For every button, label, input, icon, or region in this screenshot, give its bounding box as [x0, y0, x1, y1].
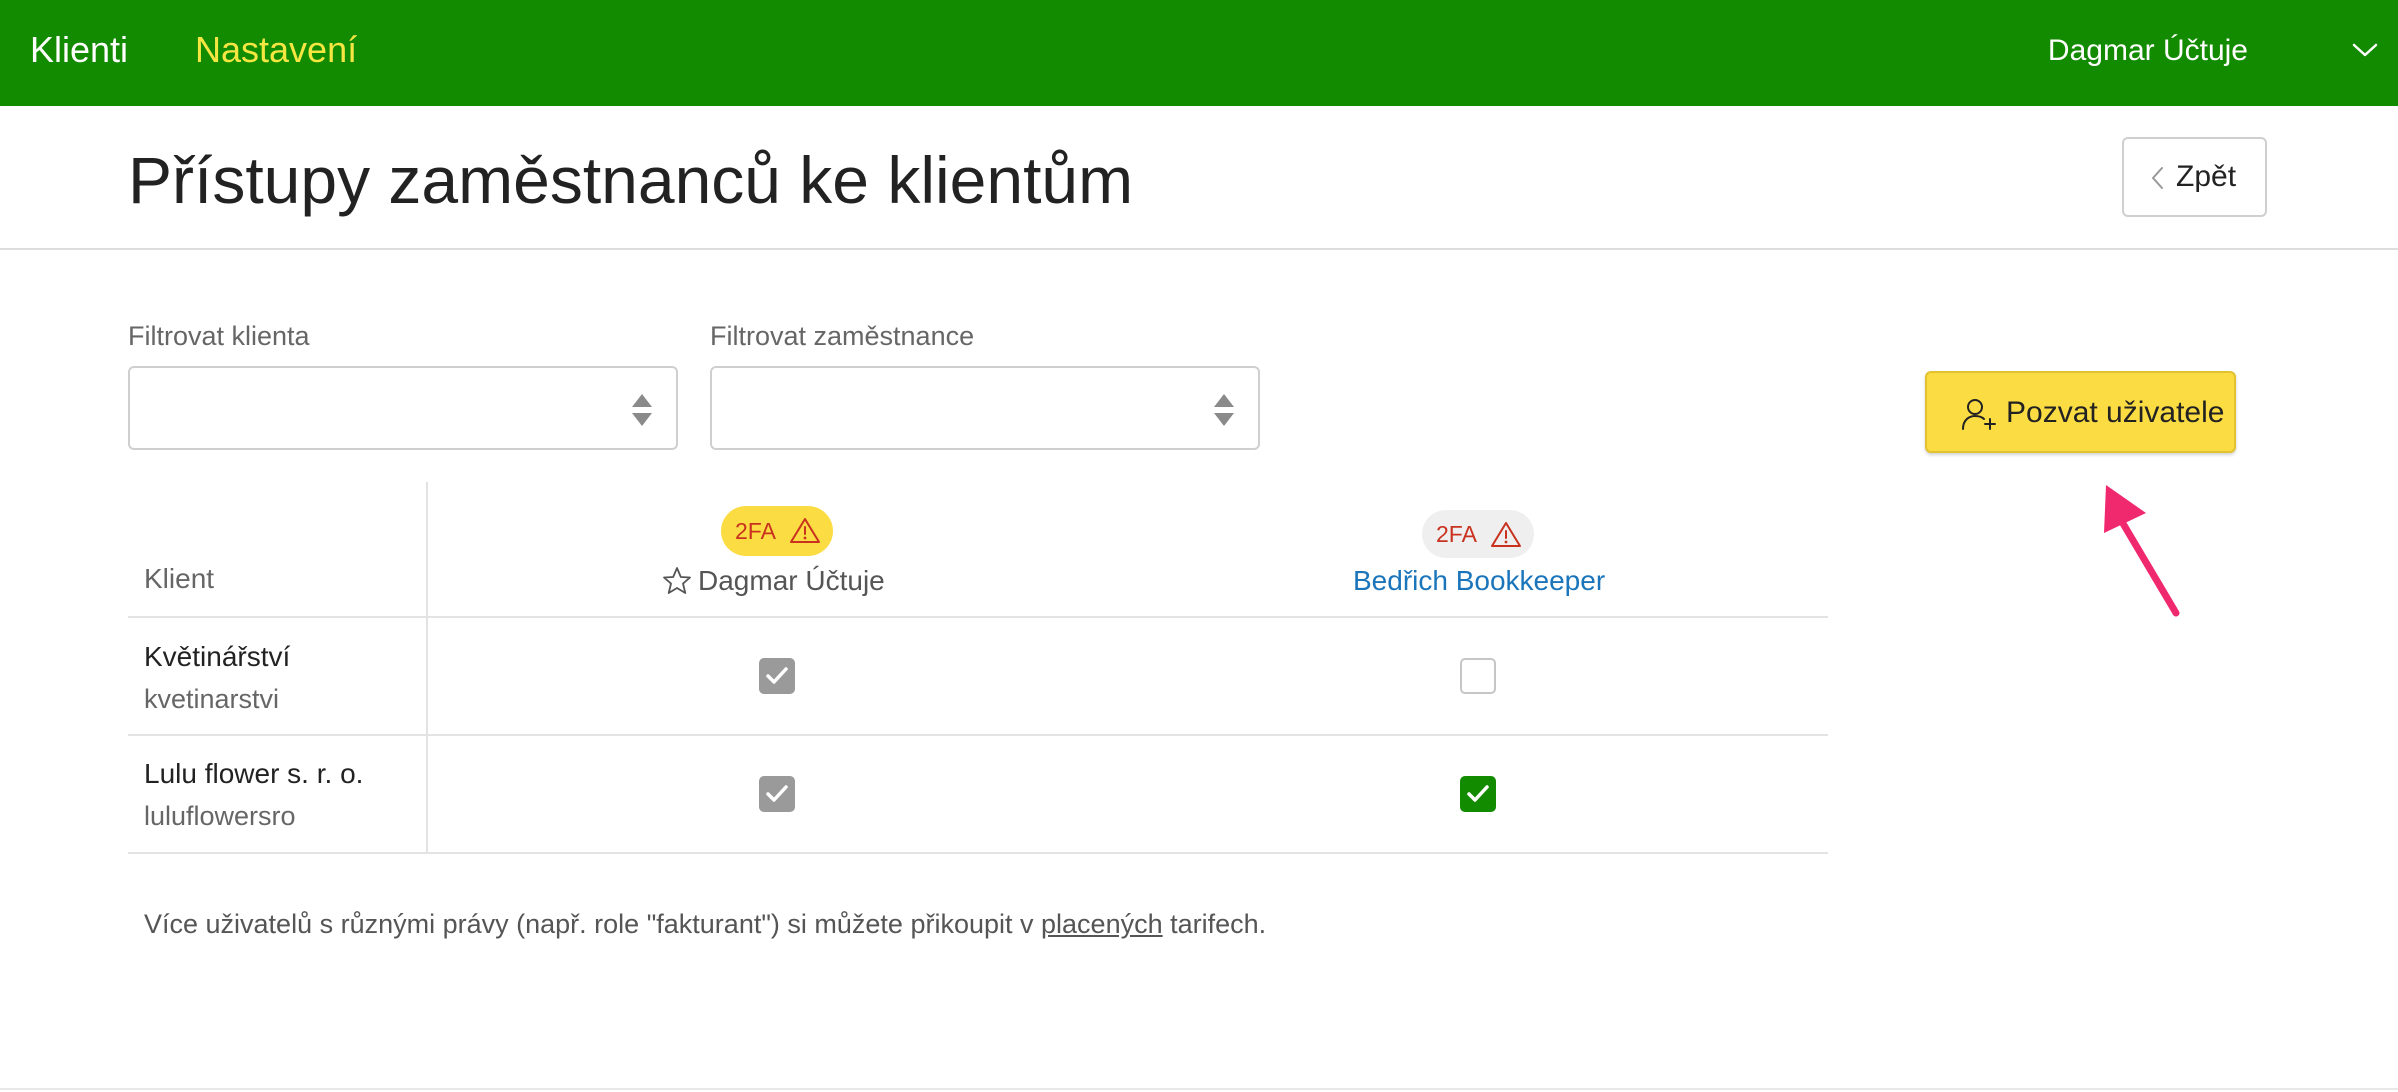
access-checkbox[interactable]: [1460, 658, 1496, 694]
check-icon: [766, 667, 788, 684]
back-button-label: Zpět: [2176, 160, 2237, 193]
check-icon: [1467, 785, 1489, 802]
invite-user-button[interactable]: Pozvat uživatele: [1925, 371, 2236, 453]
nav-nastaveni[interactable]: Nastavení: [195, 26, 357, 74]
invite-user-label: Pozvat uživatele: [2006, 396, 2225, 429]
2fa-warning-badge: 2FA: [721, 506, 833, 556]
star-icon: [663, 567, 691, 594]
row-divider: [128, 734, 1828, 736]
page-header: Přístupy zaměstnanců ke klientům Zpět: [0, 106, 2398, 250]
client-slug: luluflowersro: [144, 801, 296, 831]
nav-klienti[interactable]: Klienti: [30, 26, 128, 74]
upgrade-note-text-end: tarifech.: [1162, 909, 1267, 939]
top-navigation-bar: Klienti Nastavení Dagmar Účtuje: [0, 0, 2398, 106]
2fa-warning-badge: 2FA: [1422, 510, 1534, 558]
access-table: Klient 2FA Dagmar Účtuje 2FA Bedřich Boo…: [128, 482, 1828, 854]
check-icon: [766, 785, 788, 802]
2fa-badge-label: 2FA: [735, 518, 776, 544]
column-divider: [426, 482, 428, 854]
user-plus-icon: [1962, 399, 1996, 430]
select-arrows-icon: [1214, 394, 1234, 426]
row-divider: [128, 852, 1828, 854]
select-arrows-icon: [632, 394, 652, 426]
client-name: Lulu flower s. r. o.: [144, 758, 364, 789]
paid-plans-link[interactable]: placených: [1041, 909, 1163, 939]
upgrade-note-text: Více uživatelů s různými právy (např. ro…: [144, 909, 1042, 939]
back-button[interactable]: Zpět: [2122, 137, 2267, 217]
employee-filter-select[interactable]: [710, 366, 1260, 450]
employee-link-bedrich[interactable]: Bedřich Bookkeeper: [1353, 562, 1605, 600]
access-checkbox-disabled: [759, 776, 795, 812]
warning-icon: [790, 518, 820, 543]
page-title: Přístupy zaměstnanců ke klientům: [128, 143, 1134, 217]
pointer-arrow-annotation: [2104, 485, 2180, 617]
2fa-badge-label: 2FA: [1436, 521, 1477, 547]
access-checkbox-disabled: [759, 658, 795, 694]
employee-name: Dagmar Účtuje: [698, 565, 885, 596]
chevron-left-icon: [2152, 167, 2163, 189]
client-slug: kvetinarstvi: [144, 684, 280, 714]
client-filter-label: Filtrovat klienta: [128, 321, 310, 351]
client-filter-select[interactable]: [128, 366, 678, 450]
access-checkbox[interactable]: [1460, 776, 1496, 812]
row-divider: [128, 616, 1828, 618]
client-name: Květinářství: [144, 641, 291, 672]
chevron-down-icon: [2352, 43, 2378, 57]
user-name: Dagmar Účtuje: [2047, 34, 2248, 67]
page-bottom-border: [0, 1088, 2398, 1090]
upgrade-note: Více uživatelů s různými právy (např. ro…: [144, 905, 1266, 943]
warning-icon: [1491, 522, 1521, 547]
employee-filter-label: Filtrovat zaměstnance: [710, 321, 975, 351]
client-column-header: Klient: [144, 563, 215, 594]
user-menu[interactable]: Dagmar Účtuje: [1998, 0, 2398, 106]
